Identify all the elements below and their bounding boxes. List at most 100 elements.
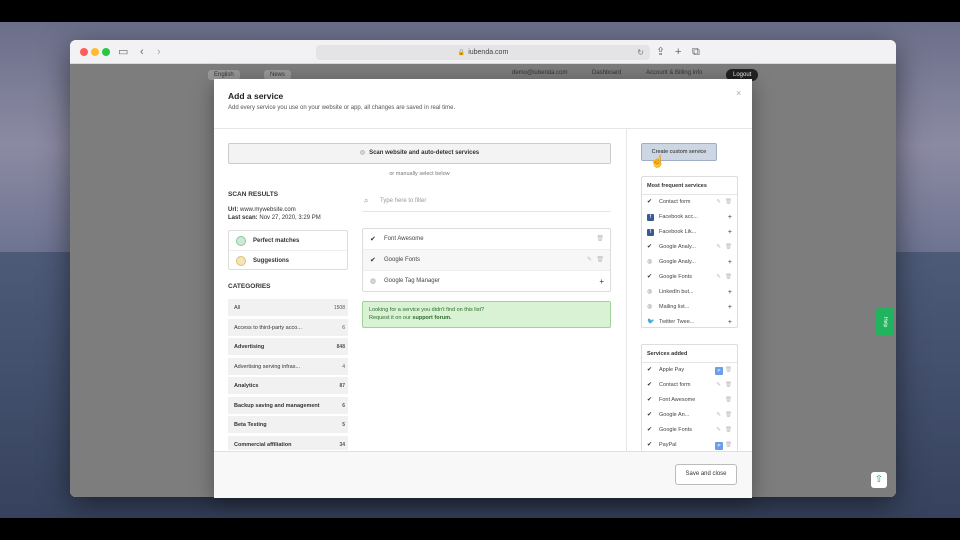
category-label: All	[234, 305, 241, 311]
facebook-icon: f	[647, 214, 654, 221]
pencil-icon[interactable]: ✎	[716, 270, 721, 285]
close-window-button[interactable]	[80, 48, 88, 56]
category-item[interactable]: Access to third-party acco... 6	[228, 318, 348, 337]
frequent-service-label: Facebook acc...	[659, 214, 698, 220]
perfect-matches-item[interactable]: Perfect matches	[229, 231, 347, 251]
trash-icon[interactable]: 🗑	[596, 229, 604, 250]
pencil-icon[interactable]: ✎	[716, 378, 721, 393]
notice-prefix: Request it on our	[369, 315, 413, 321]
trash-icon[interactable]: 🗑	[725, 270, 732, 285]
suggestions-item[interactable]: Suggestions	[229, 251, 347, 271]
trash-icon[interactable]: 🗑	[725, 393, 732, 408]
add-icon[interactable]: +	[728, 225, 732, 240]
minimize-window-button[interactable]	[91, 48, 99, 56]
added-service-label: Google Fonts	[659, 427, 693, 433]
add-icon[interactable]: +	[728, 285, 732, 300]
forward-icon[interactable]: ›	[157, 45, 161, 59]
check-icon: ✔	[647, 199, 653, 205]
sidebar-toggle-icon[interactable]: ▭	[118, 45, 128, 59]
category-item[interactable]: Advertising 848	[228, 338, 348, 356]
save-and-close-button[interactable]: Save and close	[675, 464, 737, 485]
most-frequent-title: Most frequent services	[642, 177, 737, 195]
add-icon[interactable]: +	[599, 271, 604, 292]
check-icon: ✔	[647, 274, 653, 280]
service-filter-input[interactable]: ⌕ Type here to filter	[362, 190, 611, 212]
account-email[interactable]: demo@iubenda.com	[512, 70, 567, 76]
frequent-service-row[interactable]: ✔ Contact form ✎ 🗑	[642, 195, 737, 210]
category-item[interactable]: Backup saving and management 6	[228, 396, 348, 415]
fingerprint-icon: ◎	[359, 150, 366, 156]
trash-icon[interactable]: 🗑	[725, 438, 732, 451]
frequent-service-row[interactable]: 🐦 Twitter Twee... +	[642, 315, 737, 327]
reload-icon[interactable]: ↻	[637, 45, 644, 60]
added-service-row[interactable]: ✔ PayPal P 🗑	[642, 438, 737, 451]
category-item[interactable]: Commercial affiliation 34	[228, 435, 348, 450]
trash-icon[interactable]: 🗑	[596, 250, 604, 271]
frequent-service-label: Google Fonts	[659, 274, 693, 280]
added-service-label: Apple Pay	[659, 367, 685, 373]
trash-icon[interactable]: 🗑	[725, 408, 732, 423]
scroll-top-button[interactable]: ⇧	[871, 472, 887, 488]
frequent-service-row[interactable]: ✔ Google Analy... ✎ 🗑	[642, 240, 737, 255]
category-item[interactable]: All 1508	[228, 299, 348, 317]
added-service-row[interactable]: ✔ Google An... ✎ 🗑	[642, 408, 737, 423]
tab-overview-icon[interactable]: ⧉	[692, 45, 700, 59]
scan-website-button[interactable]: ◎ Scan website and auto-detect services	[228, 143, 611, 164]
service-label: Google Tag Manager	[384, 278, 440, 284]
billing-link[interactable]: Account & Billing info	[646, 70, 702, 76]
check-icon: ✔	[647, 397, 653, 403]
scan-results-title: SCAN RESULTS	[228, 191, 279, 198]
add-icon[interactable]: +	[728, 300, 732, 315]
service-row[interactable]: ◍ Google Tag Manager +	[363, 271, 610, 292]
pencil-icon[interactable]: ✎	[716, 423, 721, 438]
or-manual-text: or manually select below	[389, 171, 450, 177]
add-icon[interactable]: +	[728, 255, 732, 270]
help-label: Help	[882, 316, 888, 328]
frequent-service-row[interactable]: ◍ LinkedIn but... +	[642, 285, 737, 300]
frequent-service-row[interactable]: ◍ Mailing list... +	[642, 300, 737, 315]
frequent-service-row[interactable]: f Facebook Lik... +	[642, 225, 737, 240]
category-item[interactable]: Beta Testing 5	[228, 416, 348, 434]
close-icon[interactable]: ×	[736, 88, 741, 98]
pencil-icon[interactable]: ✎	[716, 240, 721, 255]
pencil-icon[interactable]: ✎	[716, 408, 721, 423]
trash-icon[interactable]: 🗑	[725, 378, 732, 393]
trash-icon[interactable]: 🗑	[725, 240, 732, 255]
service-row[interactable]: ✔ Font Awesome 🗑	[363, 229, 610, 250]
address-bar[interactable]: 🔒 iubenda.com ↻	[316, 45, 650, 60]
trash-icon[interactable]: 🗑	[725, 363, 732, 378]
added-service-row[interactable]: ✔ Google Fonts ✎ 🗑	[642, 423, 737, 438]
suggestions-label: Suggestions	[253, 258, 290, 264]
added-service-row[interactable]: ✔ Contact form ✎ 🗑	[642, 378, 737, 393]
check-icon: ✔	[647, 412, 653, 418]
frequent-service-row[interactable]: f Facebook acc... +	[642, 210, 737, 225]
category-item[interactable]: Analytics 87	[228, 377, 348, 395]
support-forum-link[interactable]: support forum.	[412, 315, 451, 321]
trash-icon[interactable]: 🗑	[725, 195, 732, 210]
modal-header: Add a service Add every service you use …	[214, 79, 752, 129]
add-icon[interactable]: +	[728, 210, 732, 225]
paid-badge-icon: P	[715, 442, 723, 450]
share-icon[interactable]: ⇪	[656, 45, 665, 59]
trash-icon[interactable]: 🗑	[725, 423, 732, 438]
pencil-icon[interactable]: ✎	[716, 195, 721, 210]
add-icon[interactable]: +	[728, 315, 732, 327]
zoom-window-button[interactable]	[102, 48, 110, 56]
back-icon[interactable]: ‹	[140, 45, 144, 59]
check-icon: ✔	[647, 382, 653, 388]
help-tab[interactable]: Help	[876, 308, 894, 336]
frequent-service-row[interactable]: ✔ Google Fonts ✎ 🗑	[642, 270, 737, 285]
facebook-icon: f	[647, 229, 654, 236]
category-count: 5	[342, 422, 345, 428]
category-label: Access to third-party acco...	[234, 324, 302, 331]
added-service-row[interactable]: ✔ Font Awesome 🗑	[642, 393, 737, 408]
new-tab-icon[interactable]: +	[675, 45, 681, 59]
category-item[interactable]: Advertising serving infras... 4	[228, 357, 348, 376]
modal-title: Add a service	[228, 91, 284, 101]
added-service-row[interactable]: ✔ Apple Pay P 🗑	[642, 363, 737, 378]
dashboard-link[interactable]: Dashboard	[592, 70, 621, 76]
frequent-service-row[interactable]: ◍ Google Analy... +	[642, 255, 737, 270]
categories-list: All 1508 Access to third-party acco... 6 A…	[228, 299, 348, 450]
pencil-icon[interactable]: ✎	[587, 250, 592, 271]
service-row[interactable]: ✔ Google Fonts ✎ 🗑	[363, 250, 610, 271]
